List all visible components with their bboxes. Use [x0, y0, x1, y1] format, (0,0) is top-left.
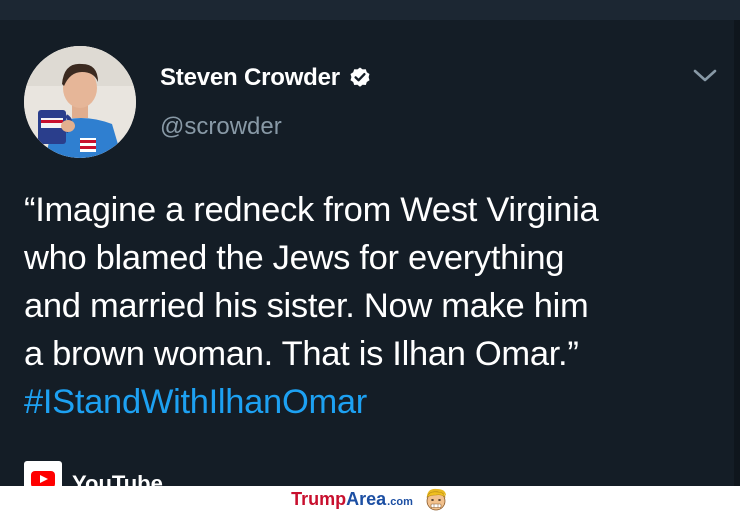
trump-face-icon — [426, 488, 446, 511]
watermark-part: Trump — [291, 488, 347, 509]
author-handle[interactable]: @scrowder — [160, 113, 282, 141]
watermark-bar: Trump Area .com — [0, 486, 740, 512]
tweet-text-line: and married his sister. Now make him — [24, 287, 589, 325]
tweet-text-line: who blamed the Jews for everything — [24, 239, 565, 277]
watermark-part: Area — [346, 488, 387, 509]
author-name[interactable]: Steven Crowder — [160, 64, 340, 92]
source-label: YouTube — [72, 471, 163, 487]
scroll-edge — [734, 20, 740, 486]
status-bar — [0, 0, 740, 20]
hashtag-link[interactable]: #IStandWithIlhanOmar — [24, 378, 724, 426]
avatar[interactable] — [24, 46, 136, 158]
watermark-logo: Trump Area .com — [291, 489, 413, 510]
chevron-down-icon[interactable] — [692, 66, 718, 86]
tweet-text-line: a brown woman. That is Ilhan Omar.” — [24, 335, 579, 373]
author-row: Steven Crowder — [160, 64, 372, 92]
youtube-icon — [24, 461, 62, 487]
verified-badge-icon — [350, 67, 370, 87]
avatar-photo — [24, 46, 136, 158]
link-card-source[interactable]: YouTube — [24, 461, 163, 487]
tweet-text: “Imagine a redneck from West Virginia wh… — [24, 186, 724, 426]
watermark-part: .com — [387, 495, 413, 508]
tweet-text-line: “Imagine a redneck from West Virginia — [24, 191, 599, 229]
